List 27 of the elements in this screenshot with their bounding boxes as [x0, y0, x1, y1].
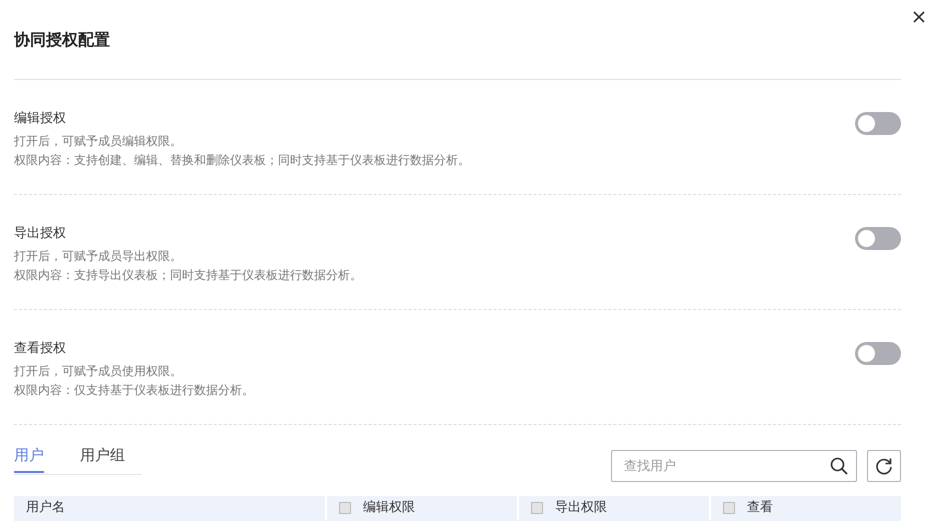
permission-title: 导出授权	[14, 225, 67, 243]
toggle-switch[interactable]	[855, 342, 901, 365]
toggle-switch[interactable]	[855, 112, 901, 135]
column-header: 用户名	[26, 500, 65, 516]
dialog-title: 协同授权配置	[14, 29, 111, 48]
permission-title: 查看授权	[14, 340, 67, 358]
permission-title: 编辑授权	[14, 110, 67, 128]
permission-description: 打开后，可赋予成员编辑权限。	[14, 133, 183, 150]
close-icon[interactable]	[913, 11, 925, 23]
column-header: 查看	[747, 500, 773, 516]
permission-description: 打开后，可赋予成员导出权限。	[14, 248, 183, 265]
search-icon[interactable]	[830, 457, 848, 475]
column-header: 导出权限	[555, 500, 607, 516]
toggle-switch[interactable]	[855, 227, 901, 250]
search-field[interactable]: 查找用户	[611, 450, 857, 482]
checkbox[interactable]	[339, 502, 351, 514]
permission-description: 打开后，可赋予成员使用权限。	[14, 363, 183, 380]
permission-description: 权限内容：仅支持基于仪表板进行数据分析。	[14, 382, 254, 399]
tab[interactable]: 用户组	[80, 443, 125, 473]
column-header: 编辑权限	[363, 500, 415, 516]
refresh-button[interactable]	[867, 450, 901, 482]
permission-description: 权限内容：支持创建、编辑、替换和删除仪表板；同时支持基于仪表板进行数据分析。	[14, 152, 470, 169]
checkbox[interactable]	[723, 502, 735, 514]
refresh-icon[interactable]	[875, 457, 893, 475]
checkbox[interactable]	[531, 502, 543, 514]
permission-description: 权限内容：支持导出仪表板；同时支持基于仪表板进行数据分析。	[14, 267, 362, 284]
tab[interactable]: 用户	[14, 443, 44, 473]
